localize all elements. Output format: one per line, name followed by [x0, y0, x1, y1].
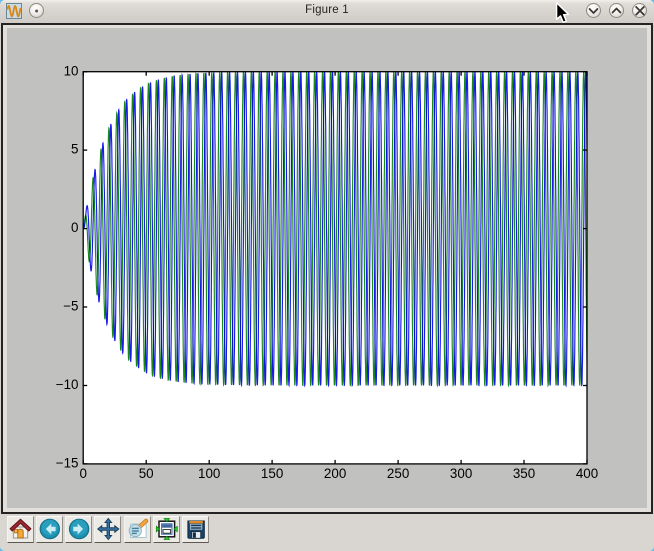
svg-text:300: 300: [450, 466, 472, 481]
svg-text:10: 10: [64, 63, 79, 78]
svg-text:−5: −5: [63, 299, 78, 314]
svg-text:5: 5: [71, 142, 78, 157]
svg-text:200: 200: [324, 466, 346, 481]
svg-text:0: 0: [71, 220, 78, 235]
svg-text:250: 250: [387, 466, 409, 481]
svg-text:0: 0: [79, 466, 86, 481]
svg-text:−10: −10: [56, 377, 79, 392]
svg-text:150: 150: [261, 466, 283, 481]
svg-text:400: 400: [576, 466, 598, 481]
svg-text:100: 100: [198, 466, 220, 481]
svg-text:350: 350: [513, 466, 535, 481]
svg-text:50: 50: [139, 466, 154, 481]
svg-text:−15: −15: [56, 456, 79, 471]
